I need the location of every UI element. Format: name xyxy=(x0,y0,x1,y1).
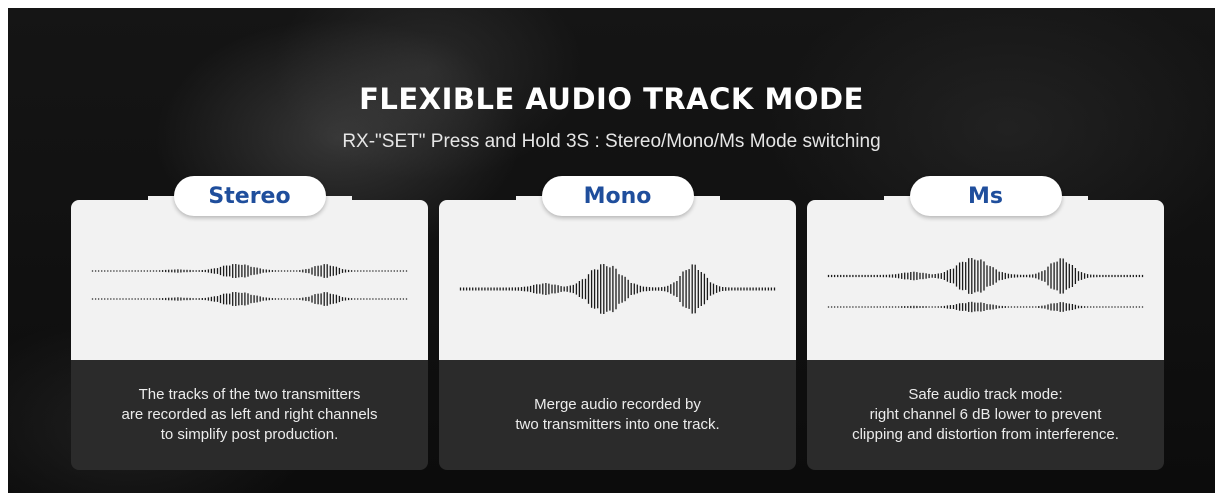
mode-pill: Stereo xyxy=(173,176,326,216)
mode-pill: Ms xyxy=(909,176,1062,216)
mode-pill: Mono xyxy=(541,176,694,216)
mode-label: Ms xyxy=(968,183,1003,209)
mode-label: Stereo xyxy=(208,183,291,209)
waveform-track-left xyxy=(827,258,1144,294)
mode-description: The tracks of the two transmitters are r… xyxy=(121,386,378,443)
mode-card-ms: Safe audio track mode: right channel 6 d… xyxy=(807,176,1164,470)
mode-description: Safe audio track mode: right channel 6 d… xyxy=(852,386,1119,443)
waveform-track-right xyxy=(827,301,1144,313)
description-panel: Merge audio recorded by two transmitters… xyxy=(439,360,796,470)
waveform-panel xyxy=(439,200,796,360)
mode-card-stereo: The tracks of the two transmitters are r… xyxy=(71,176,428,470)
waveform-panel xyxy=(807,200,1164,360)
mode-label: Mono xyxy=(583,183,652,209)
mode-badge: Stereo xyxy=(147,176,352,224)
description-panel: Safe audio track mode: right channel 6 d… xyxy=(807,360,1164,470)
waveform-panel xyxy=(71,200,428,360)
mode-badge: Ms xyxy=(883,176,1088,224)
description-panel: The tracks of the two transmitters are r… xyxy=(71,360,428,470)
waveform-track-mono xyxy=(459,264,776,314)
mode-badge: Mono xyxy=(515,176,720,224)
waveform-track-right xyxy=(91,292,408,306)
mode-card-mono: Merge audio recorded by two transmitters… xyxy=(439,176,796,470)
page-subtitle: RX-"SET" Press and Hold 3S : Stereo/Mono… xyxy=(342,131,881,152)
page-title: FLEXIBLE AUDIO TRACK MODE xyxy=(359,82,864,116)
mode-description: Merge audio recorded by two transmitters… xyxy=(515,396,720,433)
waveform-track-left xyxy=(91,264,408,278)
